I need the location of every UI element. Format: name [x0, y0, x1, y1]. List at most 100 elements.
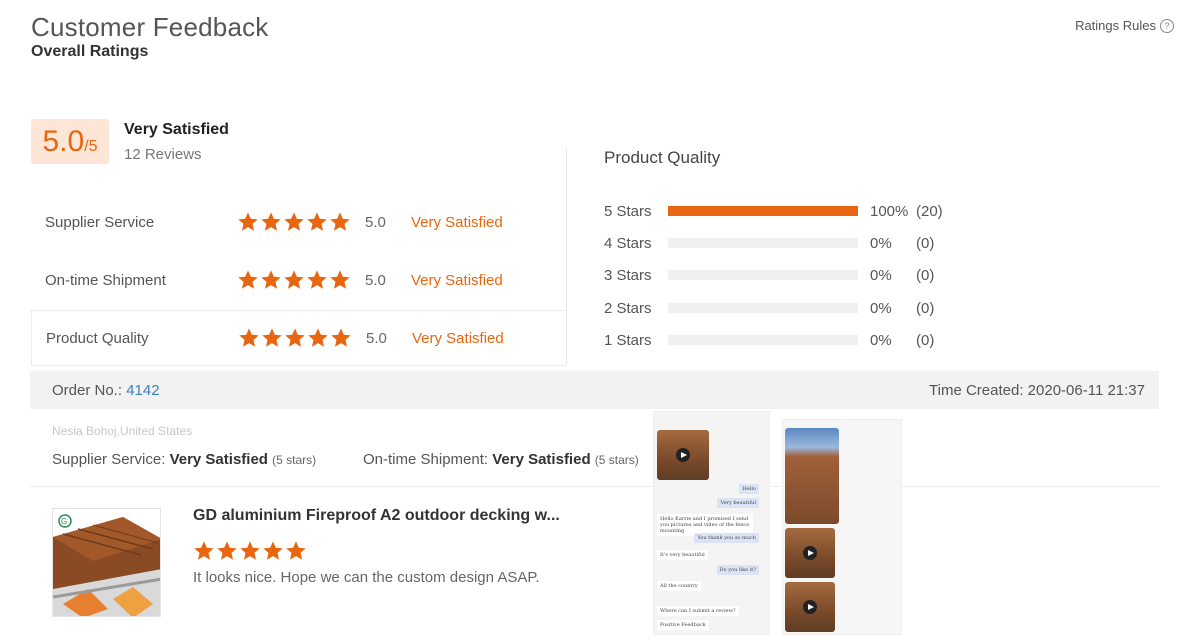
overall-score-badge: 5.0 /5 [31, 119, 109, 164]
distribution-percent: 0% [870, 234, 892, 252]
order-info-bar: Order No.: 4142 Time Created: 2020-06-11… [30, 371, 1159, 409]
distribution-bar [668, 303, 858, 313]
distribution-bar [668, 335, 858, 345]
overall-score-denominator: /5 [84, 138, 98, 155]
overall-score: 5.0 [42, 125, 85, 158]
rating-verdict: Very Satisfied [411, 271, 503, 289]
star-icon [216, 540, 238, 562]
star-icon [260, 269, 282, 291]
distribution-count: (0) [916, 331, 935, 349]
distribution-label: 2 Stars [604, 299, 652, 317]
video-thumbnail [657, 430, 709, 480]
star-rating [238, 327, 366, 349]
play-icon [803, 546, 817, 560]
star-icon [239, 540, 261, 562]
chat-message: All the country [657, 581, 701, 591]
chat-message: It's very beautiful [657, 550, 708, 560]
star-icon [261, 327, 283, 349]
distribution-title: Product Quality [604, 148, 721, 167]
distribution-bar-fill [668, 206, 858, 216]
decking-image: G [53, 509, 160, 616]
star-icon [260, 211, 282, 233]
question-icon: ? [1160, 18, 1174, 33]
distribution-bar [668, 270, 858, 280]
section-subtitle: Overall Ratings [31, 43, 149, 60]
star-icon [329, 211, 351, 233]
time-created: Time Created: 2020-06-11 21:37 [929, 382, 1145, 399]
time-created-value: 2020-06-11 21:37 [1027, 381, 1145, 399]
chat-message: You thank you so much [694, 533, 759, 543]
distribution-row: 3 Stars 0% (0) [604, 264, 956, 286]
star-icon [283, 269, 305, 291]
svg-text:G: G [61, 517, 67, 526]
rating-row-label: Product Quality [46, 329, 149, 347]
video-thumbnail [785, 582, 835, 632]
rating-row-label: Supplier Service [45, 213, 155, 231]
chat-message: Do you like it? [716, 565, 759, 575]
video-thumbnail [785, 528, 835, 578]
chat-message: Where can I submit a review? [657, 606, 739, 616]
star-icon [193, 540, 215, 562]
star-rating [237, 211, 365, 233]
rating-score: 5.0 [365, 213, 386, 231]
distribution-bar [668, 206, 858, 216]
order-number-link[interactable]: 4142 [126, 382, 159, 399]
rating-row-supplier-service[interactable]: Supplier Service 5.0 Very Satisfied [31, 195, 566, 249]
distribution-row: 5 Stars 100% (20) [604, 200, 956, 222]
rating-verdict: Very Satisfied [412, 329, 504, 347]
play-icon [676, 448, 690, 462]
chat-message: Positive Feedback [657, 620, 709, 630]
distribution-percent: 0% [870, 331, 892, 349]
play-icon [803, 600, 817, 614]
chat-message: Very beautiful [717, 498, 759, 508]
order-service-value: Very Satisfied [169, 451, 268, 468]
star-icon [237, 269, 259, 291]
rating-score: 5.0 [366, 329, 387, 347]
product-thumbnail[interactable]: G [52, 508, 161, 617]
rating-row-on-time-shipment[interactable]: On-time Shipment 5.0 Very Satisfied [31, 253, 566, 307]
order-shipment-label: On-time Shipment: [363, 451, 489, 468]
star-icon [285, 540, 307, 562]
distribution-percent: 100% [870, 202, 909, 220]
star-icon [306, 211, 328, 233]
star-rating [237, 269, 365, 291]
distribution-percent: 0% [870, 299, 892, 317]
review-attachment-photos[interactable] [782, 419, 902, 635]
order-shipment-stars: (5 stars) [594, 453, 639, 467]
star-icon [237, 211, 259, 233]
star-icon [329, 269, 351, 291]
distribution-percent: 0% [870, 266, 892, 284]
order-service-label: Supplier Service: [52, 451, 166, 468]
distribution-row: 2 Stars 0% (0) [604, 297, 956, 319]
distribution-bar [668, 238, 858, 248]
time-created-label: Time Created: [929, 381, 1024, 399]
ratings-rules-link[interactable]: Ratings Rules ? [1075, 18, 1174, 33]
review-divider [30, 486, 1159, 487]
star-icon [330, 327, 352, 349]
distribution-label: 3 Stars [604, 266, 652, 284]
review-count[interactable]: 12 Reviews [124, 146, 202, 163]
rating-row-label: On-time Shipment [45, 271, 166, 289]
distribution-count: (0) [916, 299, 935, 317]
ratings-rules-label: Ratings Rules [1075, 18, 1156, 33]
order-supplier-service: Supplier Service: Very Satisfied (5 star… [52, 451, 316, 468]
chat-message: Hello [739, 484, 759, 494]
distribution-row: 4 Stars 0% (0) [604, 232, 956, 254]
distribution-label: 5 Stars [604, 202, 652, 220]
order-number-field: Order No.: 4142 [52, 382, 160, 399]
rating-score: 5.0 [365, 271, 386, 289]
distribution-label: 1 Stars [604, 331, 652, 349]
order-number-label: Order No.: [52, 381, 123, 399]
order-shipment-value: Very Satisfied [492, 451, 591, 468]
overall-verdict: Very Satisfied [124, 121, 229, 138]
order-service-stars: (5 stars) [272, 453, 317, 467]
star-icon [262, 540, 284, 562]
rating-row-product-quality[interactable]: Product Quality 5.0 Very Satisfied [31, 310, 566, 366]
review-attachment-chat-screenshot[interactable]: Hello Very beautiful Hello Karrie and I pr… [653, 411, 770, 635]
distribution-count: (20) [916, 202, 943, 220]
distribution-count: (0) [916, 266, 935, 284]
rating-verdict: Very Satisfied [411, 213, 503, 231]
star-icon [307, 327, 329, 349]
product-title[interactable]: GD aluminium Fireproof A2 outdoor deckin… [193, 507, 560, 525]
review-star-rating [193, 540, 307, 562]
